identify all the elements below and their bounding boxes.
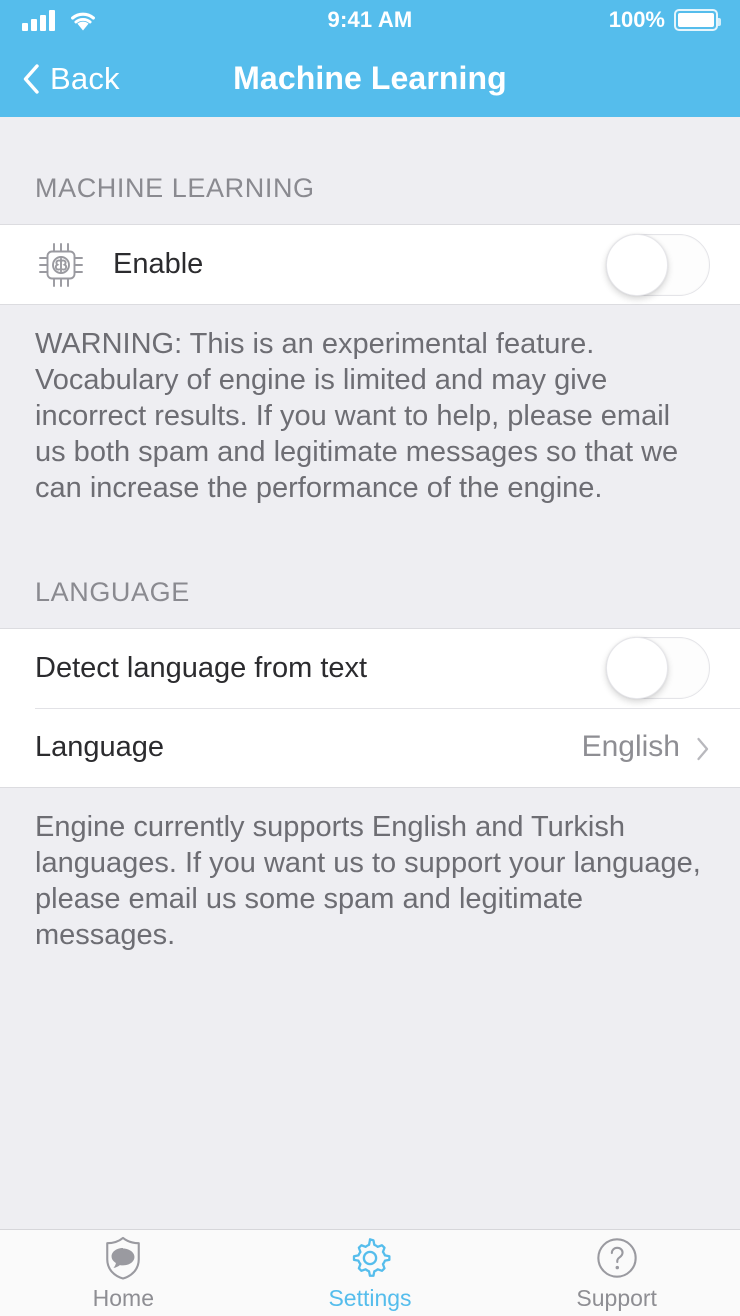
section-header-language: LANGUAGE bbox=[35, 576, 190, 607]
signal-bars-icon bbox=[22, 9, 55, 31]
row-enable[interactable]: Enable bbox=[0, 225, 740, 304]
row-language-value-group: English bbox=[582, 730, 710, 764]
status-bar: 9:41 AM 100% bbox=[0, 0, 740, 40]
chevron-right-icon bbox=[696, 735, 710, 761]
phone-screen: 9:41 AM 100% Back Machine Learning MACHI… bbox=[0, 0, 740, 1316]
back-button-label: Back bbox=[50, 60, 120, 96]
tab-bar: Home Settings Support bbox=[0, 1229, 740, 1316]
tab-settings[interactable]: Settings bbox=[247, 1230, 494, 1316]
battery-full-icon bbox=[674, 9, 721, 31]
section-header-machine-learning: MACHINE LEARNING bbox=[35, 173, 315, 203]
gear-icon bbox=[347, 1235, 393, 1281]
tab-home-label: Home bbox=[92, 1284, 155, 1311]
language-note: Engine currently supports English and Tu… bbox=[35, 810, 701, 951]
nav-bar: Back Machine Learning bbox=[0, 40, 740, 117]
row-language-value: English bbox=[581, 730, 680, 764]
cpu-brain-chip-icon bbox=[35, 239, 91, 291]
enable-toggle-knob bbox=[606, 233, 668, 296]
battery-percent-label: 100% bbox=[608, 7, 665, 32]
tab-support-label: Support bbox=[576, 1284, 657, 1311]
row-enable-label: Enable bbox=[113, 248, 204, 280]
machine-learning-card: Enable bbox=[0, 224, 740, 305]
tab-support[interactable]: Support bbox=[493, 1230, 740, 1316]
status-bar-right: 100% bbox=[608, 7, 721, 33]
row-detect-language[interactable]: Detect language from text bbox=[0, 629, 740, 708]
shield-chat-icon bbox=[102, 1235, 144, 1281]
question-circle-icon bbox=[595, 1235, 639, 1281]
row-language[interactable]: Language English bbox=[0, 707, 740, 787]
back-button[interactable]: Back bbox=[0, 61, 120, 97]
detect-language-toggle[interactable] bbox=[606, 637, 710, 700]
machine-learning-note: WARNING: This is an experimental feature… bbox=[35, 328, 679, 504]
wifi-icon bbox=[69, 9, 97, 31]
status-bar-left bbox=[22, 9, 97, 31]
tab-home[interactable]: Home bbox=[0, 1230, 247, 1316]
settings-content: MACHINE LEARNING Enable WARNING: This is… bbox=[0, 117, 740, 1229]
chevron-left-icon bbox=[22, 63, 40, 94]
enable-toggle[interactable] bbox=[606, 233, 710, 296]
detect-language-toggle-knob bbox=[606, 637, 668, 700]
row-detect-language-label: Detect language from text bbox=[35, 651, 368, 684]
row-language-label: Language bbox=[35, 730, 165, 763]
language-card: Detect language from text Language Engli… bbox=[0, 627, 740, 788]
tab-settings-label: Settings bbox=[328, 1284, 412, 1311]
